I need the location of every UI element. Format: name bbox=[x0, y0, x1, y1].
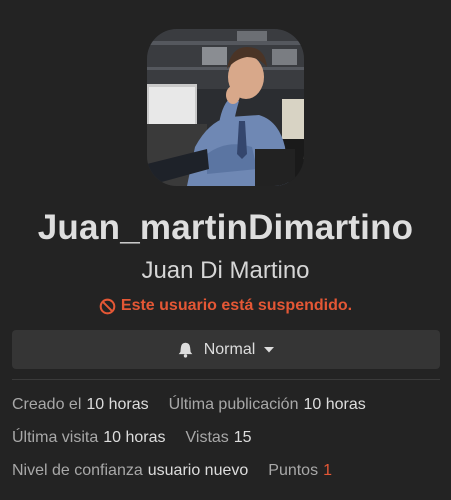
stat-last-seen-label: Última visita bbox=[12, 429, 99, 446]
ban-icon bbox=[99, 298, 116, 315]
user-profile-card: Juan_martinDimartino Juan Di Martino Est… bbox=[0, 0, 451, 500]
suspended-notice: Este usuario está suspendido. bbox=[0, 297, 451, 315]
stat-last-post-label: Última publicación bbox=[168, 396, 299, 413]
stats-row-1: Creado el 10 horas Última publicación 10… bbox=[12, 396, 442, 414]
stats-row-2: Última visita 10 horas Vistas 15 bbox=[12, 429, 442, 447]
suspended-text: Este usuario está suspendido. bbox=[120, 297, 353, 314]
stat-points-label: Puntos bbox=[268, 462, 319, 479]
stat-created: Creado el 10 horas bbox=[12, 396, 149, 414]
stat-trust-level-label: Nivel de confianza bbox=[12, 462, 143, 479]
stat-last-post-value[interactable]: 10 horas bbox=[303, 396, 365, 414]
stat-last-seen: Última visita 10 horas bbox=[12, 429, 166, 447]
stats-row-3: Nivel de confianza usuario nuevo Puntos … bbox=[12, 462, 442, 480]
stat-last-post: Última publicación 10 horas bbox=[169, 396, 366, 414]
full-name: Juan Di Martino bbox=[141, 257, 310, 284]
stat-trust-level-value: usuario nuevo bbox=[147, 462, 249, 479]
stat-points: Puntos 1 bbox=[268, 462, 332, 480]
stat-trust-level: Nivel de confianza usuario nuevo bbox=[12, 462, 248, 480]
bell-icon bbox=[177, 341, 194, 358]
stat-views: Vistas 15 bbox=[186, 429, 252, 447]
username: Juan_martinDimartino bbox=[37, 208, 414, 247]
divider bbox=[12, 379, 440, 380]
stat-created-value[interactable]: 10 horas bbox=[86, 396, 148, 414]
caret-down-icon bbox=[263, 346, 275, 354]
avatar-image bbox=[147, 29, 304, 186]
stat-last-seen-value[interactable]: 10 horas bbox=[103, 429, 165, 447]
stat-views-value: 15 bbox=[233, 429, 252, 446]
avatar[interactable] bbox=[147, 29, 304, 186]
notification-level-button[interactable]: Normal bbox=[12, 330, 440, 369]
stat-points-value[interactable]: 1 bbox=[323, 462, 332, 480]
notification-level-label: Normal bbox=[203, 340, 256, 358]
stat-views-label: Vistas bbox=[185, 429, 229, 446]
stat-created-label: Creado el bbox=[12, 396, 82, 413]
